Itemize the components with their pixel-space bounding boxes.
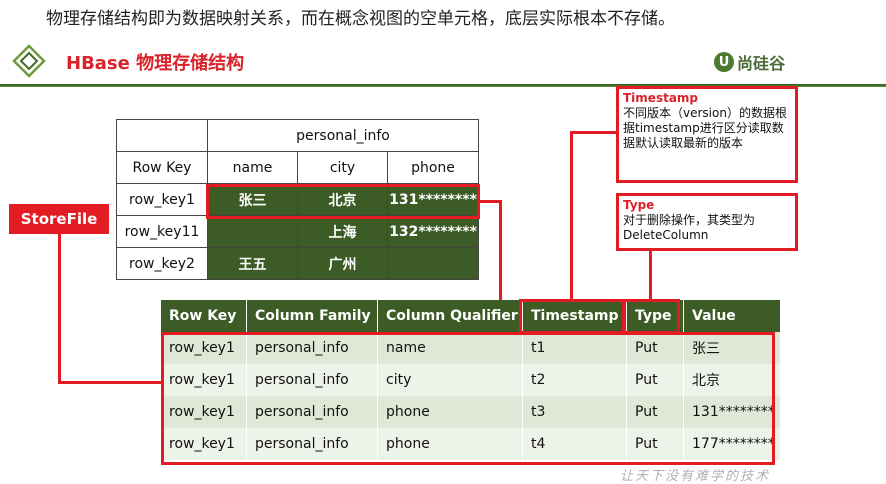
row-key-header: Row Key (116, 151, 208, 184)
column-header: Column Qualifier (377, 300, 523, 332)
connector-line (499, 200, 502, 300)
data-cell: 广州 (297, 247, 388, 280)
data-cell (387, 247, 479, 280)
data-cell (207, 215, 298, 248)
row-highlight-box (206, 184, 480, 219)
connector-line (570, 131, 573, 301)
storefile-rows-highlight (161, 332, 775, 465)
row-key-cell: row_key2 (116, 247, 208, 280)
slide-title: HBase 物理存储结构 (66, 53, 245, 74)
data-cell: 王五 (207, 247, 298, 280)
column-header: Column Family (246, 300, 378, 332)
column-header: phone (387, 151, 479, 184)
connector-line (58, 234, 61, 384)
column-header: city (297, 151, 388, 184)
column-header: Value (683, 300, 781, 332)
type-note-title: Type (623, 198, 655, 212)
watermark-text: 让天下没有难学的技术 (620, 469, 771, 484)
data-cell: 132******** (387, 215, 479, 248)
corner-cell (116, 119, 208, 152)
connector-line (58, 381, 164, 384)
brand-logo-mark: U (714, 52, 734, 72)
table-row: row_key11 上海 132******** (116, 215, 479, 248)
row-key-cell: row_key11 (116, 215, 208, 248)
column-family-header: personal_info (207, 119, 479, 152)
brand-logo: U 尚硅谷 (714, 50, 785, 74)
column-header: name (207, 151, 298, 184)
timestamp-note-body: 不同版本（version）的数据根据timestamp进行区分读取数据默认读取最… (623, 106, 787, 150)
diamond-logo-icon (12, 44, 46, 78)
connector-line (570, 131, 618, 134)
type-header-highlight (623, 299, 680, 334)
type-note: Type 对于删除操作，其类型为DeleteColumn (616, 193, 798, 251)
column-header: Row Key (161, 300, 247, 332)
connector-line (649, 251, 652, 301)
storefile-label: StoreFile (9, 204, 109, 234)
type-note-body: 对于删除操作，其类型为DeleteColumn (623, 213, 756, 242)
row-key-cell: row_key1 (116, 183, 208, 216)
timestamp-note: Timestamp 不同版本（version）的数据根据timestamp进行区… (616, 86, 798, 183)
intro-text: 物理存储结构即为数据映射关系，而在概念视图的空单元格，底层实际根本不存储。 (46, 9, 675, 29)
timestamp-note-title: Timestamp (623, 91, 699, 105)
data-cell: 上海 (297, 215, 388, 248)
table-row: row_key2 王五 广州 (116, 247, 479, 280)
timestamp-header-highlight (519, 299, 625, 334)
brand-logo-text: 尚硅谷 (737, 54, 786, 73)
